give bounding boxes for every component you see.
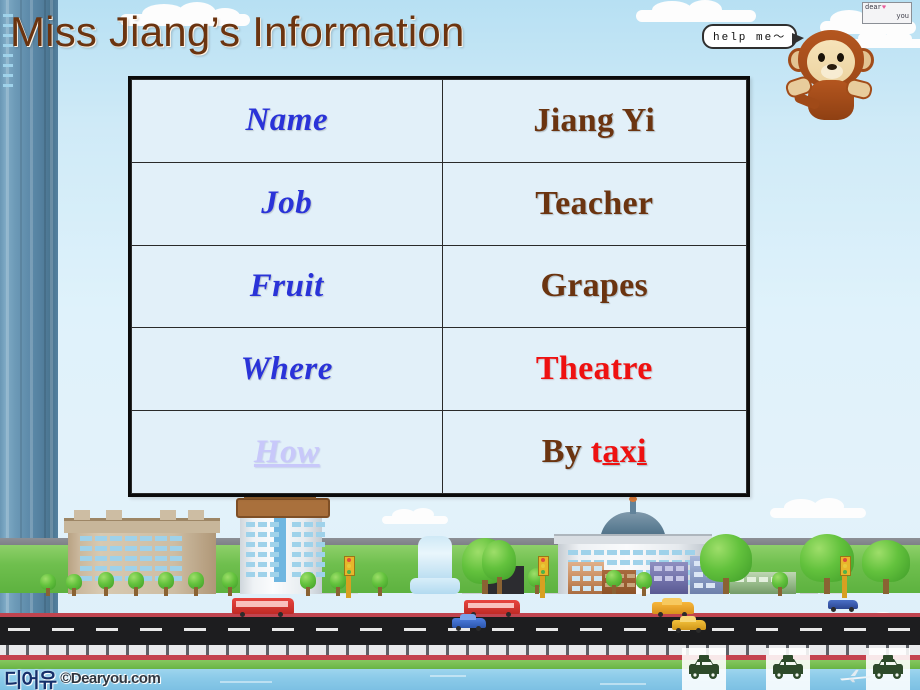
car-blue: [828, 600, 858, 612]
taxi-icon-tile[interactable]: [682, 648, 726, 690]
airplane-icon: [840, 669, 872, 683]
cloud-decoration: [382, 508, 448, 524]
field-value-where: Theatre: [535, 350, 653, 388]
tree: [300, 572, 316, 596]
tree: [636, 572, 652, 596]
field-value-name: Jiang Yi: [533, 101, 656, 139]
letter-t: t: [590, 433, 603, 471]
table-cell-value: Teacher: [441, 161, 748, 246]
tree-large: [482, 540, 516, 594]
car-yellow-taxi: [652, 598, 694, 617]
field-label-where: Where: [240, 350, 333, 387]
traffic-light: [538, 556, 549, 598]
logo-korean-text: 디어유: [4, 668, 57, 690]
letter-a-underlined: a: [602, 433, 620, 471]
traffic-light: [840, 556, 851, 598]
taxi-icon: [689, 655, 719, 679]
monkey-eye-right: [837, 53, 844, 62]
skyscraper-right: [0, 0, 58, 690]
taxi-icon: [773, 655, 803, 679]
billboard-line1: dear♥: [865, 4, 887, 12]
monkey-eye-left: [818, 53, 825, 62]
table-cell-key: Name: [131, 79, 443, 163]
tree: [66, 574, 82, 596]
monkey-nose: [827, 64, 837, 70]
heart-icon: ♥: [881, 4, 887, 12]
tree: [606, 570, 622, 594]
tree-large: [700, 534, 752, 594]
field-value-job: Teacher: [535, 184, 654, 222]
apartment-violet: [650, 562, 688, 594]
field-label-name: Name: [245, 102, 329, 139]
logo-domain-text: ©Dearyou.com: [60, 670, 161, 687]
bus-red: [464, 600, 520, 617]
table-cell-value: Grapes: [441, 244, 748, 329]
tree: [372, 572, 388, 596]
information-table: Name Jiang Yi Job Teacher Fruit Grapes W…: [128, 76, 750, 497]
taxi-icon: [873, 655, 903, 679]
tree: [188, 572, 204, 596]
car-yellow: [672, 616, 706, 633]
letter-i-underlined: i: [637, 433, 647, 471]
car-blue: [452, 614, 486, 631]
table-cell-key: How: [131, 410, 443, 494]
table-row: Fruit Grapes: [131, 244, 748, 329]
taxi-icon-tile[interactable]: [766, 648, 810, 690]
table-row: How By taxi: [131, 410, 748, 494]
tree: [40, 574, 56, 596]
table-row: Job Teacher: [131, 161, 748, 246]
field-value-fruit: Grapes: [540, 267, 649, 305]
cloud-decoration: [770, 498, 866, 518]
table-row: Name Jiang Yi: [131, 79, 748, 163]
cloud-decoration: [636, 0, 756, 22]
table-cell-value: By taxi: [441, 410, 748, 494]
dearyou-logo: 디어유 ©Dearyou.com: [4, 664, 161, 690]
bus-red: [232, 598, 294, 617]
table-cell-key: Fruit: [131, 244, 443, 329]
field-label-job: Job: [261, 185, 313, 222]
table-row: Where Theatre: [131, 327, 748, 412]
brick-apartment-brown: [568, 562, 604, 594]
field-value-how: By taxi: [542, 433, 647, 470]
table-cell-key: Job: [131, 161, 443, 246]
tree: [222, 572, 238, 596]
value-highlight: taxi: [591, 433, 647, 470]
monkey-mascot: [780, 18, 890, 128]
glass-fountain-building: [410, 536, 460, 594]
field-label-fruit: Fruit: [249, 267, 324, 304]
value-prefix: By: [541, 433, 591, 471]
tree: [158, 572, 174, 596]
slide-canvas: Miss Jiang’s Information www.wodocx.com …: [0, 0, 920, 690]
tree: [128, 572, 144, 596]
table-cell-value: Jiang Yi: [441, 79, 748, 163]
page-title: Miss Jiang’s Information: [10, 8, 465, 55]
tree: [772, 572, 788, 596]
field-label-how-hyperlink[interactable]: How: [254, 434, 320, 470]
table-cell-value: Theatre: [441, 327, 748, 412]
tree: [98, 572, 114, 596]
traffic-light: [344, 556, 355, 598]
table-cell-key: Where: [131, 327, 443, 412]
letter-x: x: [619, 433, 638, 471]
tree-large: [862, 540, 910, 594]
